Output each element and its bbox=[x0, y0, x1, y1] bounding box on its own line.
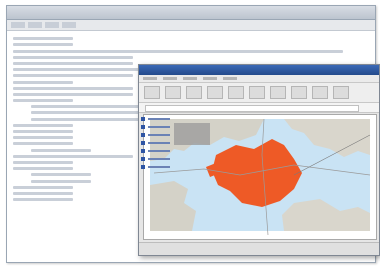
menu-item[interactable] bbox=[143, 77, 157, 80]
browser-title-bar[interactable] bbox=[139, 65, 379, 75]
code-line bbox=[13, 123, 73, 127]
print-button[interactable] bbox=[333, 86, 349, 99]
bullet-icon bbox=[141, 117, 145, 121]
menu-item[interactable] bbox=[183, 77, 197, 80]
code-line bbox=[13, 191, 73, 195]
bullet-icon bbox=[141, 125, 145, 129]
address-input[interactable] bbox=[145, 105, 359, 112]
legend-item[interactable] bbox=[141, 123, 177, 131]
favorites-button[interactable] bbox=[270, 86, 286, 99]
legend-item[interactable] bbox=[141, 155, 177, 163]
mail-button[interactable] bbox=[312, 86, 328, 99]
legend-label bbox=[148, 134, 170, 136]
bullet-icon bbox=[141, 165, 145, 169]
code-line bbox=[13, 154, 133, 158]
legend-label bbox=[148, 126, 170, 128]
back-button[interactable] bbox=[144, 86, 160, 99]
code-line bbox=[13, 86, 133, 90]
bullet-icon bbox=[141, 141, 145, 145]
legend-label bbox=[148, 118, 170, 120]
legend-item[interactable] bbox=[141, 163, 177, 171]
bullet-icon bbox=[141, 149, 145, 153]
legend-item[interactable] bbox=[141, 147, 177, 155]
web-page-content bbox=[143, 114, 377, 240]
code-line bbox=[13, 99, 73, 103]
legend-item[interactable] bbox=[141, 115, 177, 123]
search-button[interactable] bbox=[249, 86, 265, 99]
toolbar-button[interactable] bbox=[62, 22, 76, 28]
code-line bbox=[13, 185, 73, 189]
code-line bbox=[31, 148, 91, 152]
code-line bbox=[13, 198, 73, 202]
menu-item[interactable] bbox=[223, 77, 237, 80]
map-grey-block bbox=[174, 123, 210, 145]
stop-button[interactable] bbox=[186, 86, 202, 99]
code-line bbox=[13, 160, 73, 164]
map-image[interactable] bbox=[144, 115, 376, 239]
editor-toolbar bbox=[7, 20, 375, 31]
legend-label bbox=[148, 150, 170, 152]
code-line bbox=[31, 105, 151, 109]
browser-status-bar bbox=[139, 242, 379, 255]
toolbar-button[interactable] bbox=[11, 22, 25, 28]
menu-item[interactable] bbox=[203, 77, 217, 80]
code-line bbox=[13, 167, 73, 171]
map-legend-list bbox=[141, 115, 177, 171]
toolbar-button[interactable] bbox=[28, 22, 42, 28]
address-bar bbox=[139, 103, 379, 113]
code-line bbox=[31, 111, 151, 115]
bullet-icon bbox=[141, 133, 145, 137]
editor-title-bar bbox=[7, 6, 375, 20]
browser-window bbox=[138, 64, 380, 256]
legend-label bbox=[148, 158, 170, 160]
browser-toolbar bbox=[139, 83, 379, 103]
refresh-button[interactable] bbox=[207, 86, 223, 99]
code-line bbox=[13, 142, 73, 146]
history-button[interactable] bbox=[291, 86, 307, 99]
code-line bbox=[13, 55, 133, 59]
legend-item[interactable] bbox=[141, 139, 177, 147]
code-line bbox=[31, 117, 151, 121]
home-button[interactable] bbox=[228, 86, 244, 99]
code-line bbox=[13, 74, 133, 78]
code-line bbox=[13, 49, 343, 53]
code-line bbox=[13, 130, 73, 133]
legend-label bbox=[148, 166, 170, 168]
legend-item[interactable] bbox=[141, 131, 177, 139]
code-line bbox=[13, 37, 73, 41]
bullet-icon bbox=[141, 157, 145, 161]
legend-label bbox=[148, 142, 170, 144]
code-line bbox=[13, 61, 133, 65]
code-line bbox=[31, 173, 91, 177]
browser-menu-bar bbox=[139, 75, 379, 83]
menu-item[interactable] bbox=[163, 77, 177, 80]
code-line bbox=[31, 179, 91, 183]
code-line bbox=[13, 43, 73, 47]
forward-button[interactable] bbox=[165, 86, 181, 99]
toolbar-button[interactable] bbox=[45, 22, 59, 28]
code-line bbox=[13, 92, 133, 96]
code-line bbox=[13, 80, 73, 84]
code-line bbox=[13, 136, 73, 140]
